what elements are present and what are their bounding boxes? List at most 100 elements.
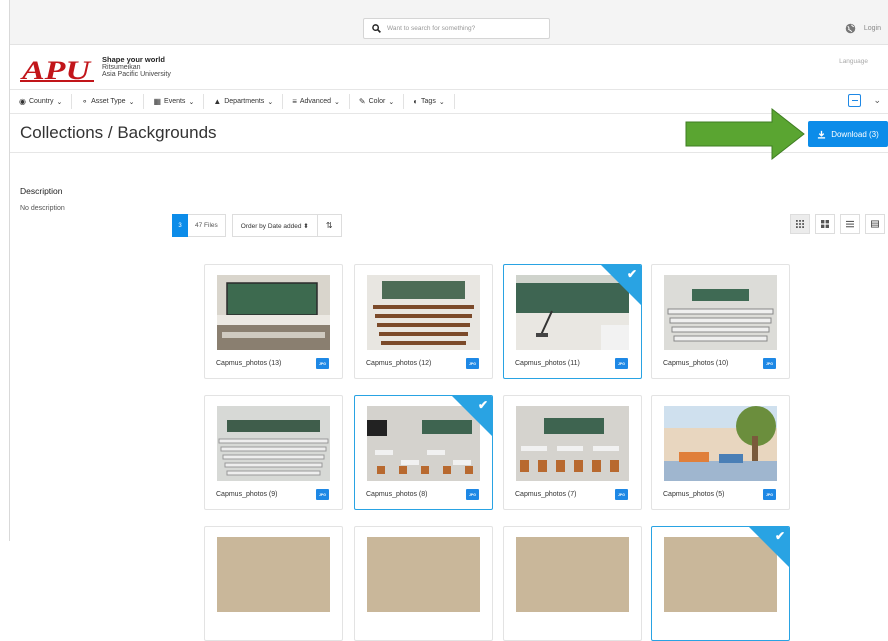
download-icon — [818, 130, 826, 139]
file-card[interactable]: Capmus_photos (8) JPG ✔ — [354, 395, 493, 510]
page-title: Collections / Backgrounds — [20, 123, 217, 142]
file-thumbnail[interactable] — [367, 275, 480, 350]
file-thumbnail[interactable] — [217, 406, 330, 481]
file-card[interactable] — [354, 526, 493, 641]
file-card[interactable] — [503, 526, 642, 641]
file-card[interactable]: Capmus_photos (11) JPG ✔ — [503, 264, 642, 379]
file-card[interactable]: ✔ — [651, 526, 790, 641]
globe-icon — [845, 23, 856, 34]
annotation-arrow — [685, 108, 805, 160]
download-label: Download (3) — [831, 129, 879, 139]
file-thumbnail[interactable] — [516, 537, 629, 612]
file-name[interactable]: Capmus_photos (9) — [216, 491, 277, 498]
file-name[interactable]: Capmus_photos (11) — [515, 360, 580, 367]
file-card[interactable] — [204, 526, 343, 641]
nav-asset-type[interactable]: ⚬ Asset Type ⌄ — [72, 94, 145, 109]
file-thumbnail[interactable] — [217, 537, 330, 612]
eyedropper-icon: ✎ — [358, 97, 366, 106]
nav-label: Country — [28, 98, 54, 105]
file-name[interactable]: Capmus_photos (13) — [216, 360, 281, 367]
login-link[interactable]: Login — [864, 25, 881, 32]
sliders-icon: ≡ — [292, 97, 297, 106]
collapse-button[interactable] — [848, 94, 862, 107]
sort-direction-button[interactable]: ⇅ — [317, 214, 342, 237]
file-card[interactable]: Capmus_photos (10) JPG — [651, 264, 790, 379]
nav-events[interactable]: ▦ Events ⌄ — [144, 94, 205, 109]
nav-label: Asset Type — [91, 98, 126, 105]
search-icon — [372, 24, 381, 33]
file-type-badge: JPG — [615, 358, 628, 369]
file-thumbnail[interactable] — [516, 406, 629, 481]
nav-departments[interactable]: ▲ Departments ⌄ — [204, 94, 284, 109]
nav-label: Departments — [224, 98, 265, 105]
file-name[interactable]: Capmus_photos (8) — [366, 491, 427, 498]
tagline-title: Shape your world — [102, 55, 165, 64]
files-count[interactable]: 47 Files — [188, 214, 226, 237]
small-grid-icon — [796, 220, 804, 228]
file-type-badge: JPG — [466, 358, 479, 369]
file-name[interactable]: Capmus_photos (12) — [366, 360, 431, 367]
file-type-badge: JPG — [316, 358, 329, 369]
table-view-button[interactable] — [865, 214, 885, 234]
nav-country[interactable]: ◉ Country ⌄ — [10, 94, 73, 109]
tagline-line2: Ritsumeikan — [102, 63, 141, 71]
search-input[interactable]: Want to search for something? — [363, 18, 550, 39]
nav-label: Advanced — [299, 98, 331, 105]
chevron-down-icon: ⌄ — [438, 98, 445, 106]
file-name[interactable]: Capmus_photos (10) — [663, 360, 728, 367]
toggle-icon: ◐ — [413, 97, 419, 106]
files-toolbar: 3 47 Files Order by Date added ⬍ ⇅ — [172, 214, 342, 237]
file-thumbnail[interactable] — [664, 275, 777, 350]
checkmark-icon[interactable]: ✔ — [627, 267, 637, 281]
nav-tags[interactable]: ◐ Tags ⌄ — [404, 94, 455, 109]
file-card[interactable]: Capmus_photos (7) JPG — [503, 395, 642, 510]
checkmark-icon[interactable]: ✔ — [478, 398, 488, 412]
sort-icon: ⇅ — [325, 221, 333, 230]
chevron-down-icon: ⌄ — [267, 98, 274, 106]
description-text: No description — [20, 205, 65, 212]
download-button[interactable]: Download (3) — [808, 121, 888, 147]
list-view-button[interactable] — [840, 214, 860, 234]
file-name[interactable]: Capmus_photos (7) — [515, 491, 576, 498]
file-type-badge: JPG — [615, 489, 628, 500]
language-selector[interactable]: Language — [839, 58, 868, 65]
file-card[interactable]: Capmus_photos (5) JPG — [651, 395, 790, 510]
login-area[interactable]: Login — [845, 23, 881, 34]
nav-label: Color — [368, 98, 386, 105]
top-bar: Want to search for something? Login — [10, 0, 888, 45]
globe-icon: ◉ — [19, 97, 26, 106]
tagline-line3: Asia Pacific University — [102, 71, 171, 79]
chevron-down-icon[interactable]: ⌄ — [873, 95, 881, 106]
file-thumbnail[interactable] — [664, 406, 777, 481]
selected-count-badge[interactable]: 3 — [172, 214, 188, 237]
file-name[interactable]: Capmus_photos (5) — [663, 491, 724, 498]
file-card[interactable]: Capmus_photos (12) JPG — [354, 264, 493, 379]
apu-logo[interactable]: APU — [20, 57, 94, 83]
chevron-down-icon: ⌄ — [188, 98, 195, 106]
file-type-badge: JPG — [763, 358, 776, 369]
chevron-down-icon: ⌄ — [56, 98, 63, 106]
file-type-badge: JPG — [763, 489, 776, 500]
tag-icon: ⚬ — [81, 97, 89, 106]
chevron-down-icon: ⌄ — [128, 98, 135, 106]
large-grid-icon — [821, 220, 829, 228]
view-switcher — [790, 214, 885, 234]
nav-advanced[interactable]: ≡ Advanced ⌄ — [283, 94, 350, 109]
file-card[interactable]: Capmus_photos (9) JPG — [204, 395, 343, 510]
file-thumbnail[interactable] — [217, 275, 330, 350]
file-type-badge: JPG — [466, 489, 479, 500]
table-icon — [871, 220, 879, 228]
file-thumbnail[interactable] — [367, 537, 480, 612]
chevron-down-icon: ⌄ — [334, 98, 340, 106]
nav-color[interactable]: ✎ Color ⌄ — [350, 94, 405, 109]
chevron-down-icon: ⌄ — [388, 98, 395, 106]
list-icon — [846, 220, 854, 228]
small-grid-view-button[interactable] — [790, 214, 810, 234]
search-placeholder: Want to search for something? — [387, 25, 476, 32]
large-grid-view-button[interactable] — [815, 214, 835, 234]
file-card[interactable]: Capmus_photos (13) JPG — [204, 264, 343, 379]
order-dropdown[interactable]: Order by Date added ⬍ — [231, 214, 318, 237]
calendar-icon: ▦ — [153, 97, 162, 106]
nav-label: Tags — [421, 98, 436, 105]
svg-text:APU: APU — [20, 57, 92, 83]
